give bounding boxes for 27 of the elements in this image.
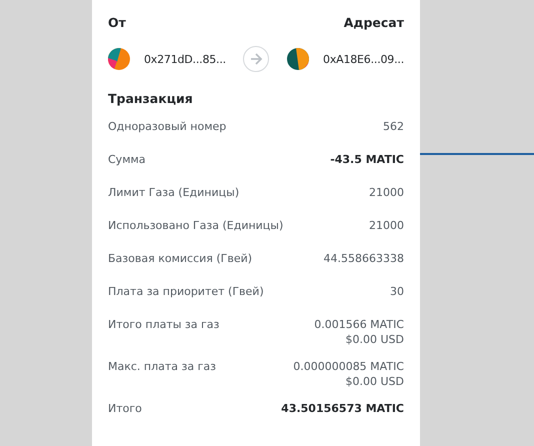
detail-label: Итого — [108, 402, 142, 415]
detail-label: Одноразовый номер — [108, 120, 226, 133]
detail-label: Сумма — [108, 153, 146, 166]
detail-label: Использовано Газа (Единицы) — [108, 219, 284, 232]
from-label: От — [108, 15, 126, 30]
detail-label: Макс. плата за газ — [108, 360, 216, 373]
detail-value: 21000 — [369, 219, 404, 232]
detail-value: $0.00 USD — [346, 333, 404, 346]
detail-label: Базовая комиссия (Гвей) — [108, 252, 252, 265]
detail-value: 0.000000085 MATIC — [293, 360, 404, 373]
detail-value: 43.50156573 MATIC — [281, 402, 404, 415]
avatar-icon — [108, 48, 130, 70]
detail-value: 30 — [390, 285, 404, 298]
detail-label: Итого платы за газ — [108, 318, 220, 331]
detail-value: 21000 — [369, 186, 404, 199]
detail-value: 562 — [383, 120, 404, 133]
detail-value: $0.00 USD — [346, 375, 404, 388]
from-address: 0x271dD...85... — [144, 52, 226, 66]
detail-value: 0.001566 MATIC — [314, 318, 404, 331]
detail-value: -43.5 MATIC — [330, 153, 404, 166]
detail-value: 44.558663338 — [324, 252, 404, 265]
detail-label: Плата за приоритет (Гвей) — [108, 285, 264, 298]
to-label: Адресат — [344, 15, 404, 30]
to-address: 0xA18E6...09... — [323, 52, 404, 66]
section-title: Транзакция — [108, 91, 194, 106]
detail-label: Лимит Газа (Единицы) — [108, 186, 240, 199]
avatar-icon — [287, 48, 310, 70]
